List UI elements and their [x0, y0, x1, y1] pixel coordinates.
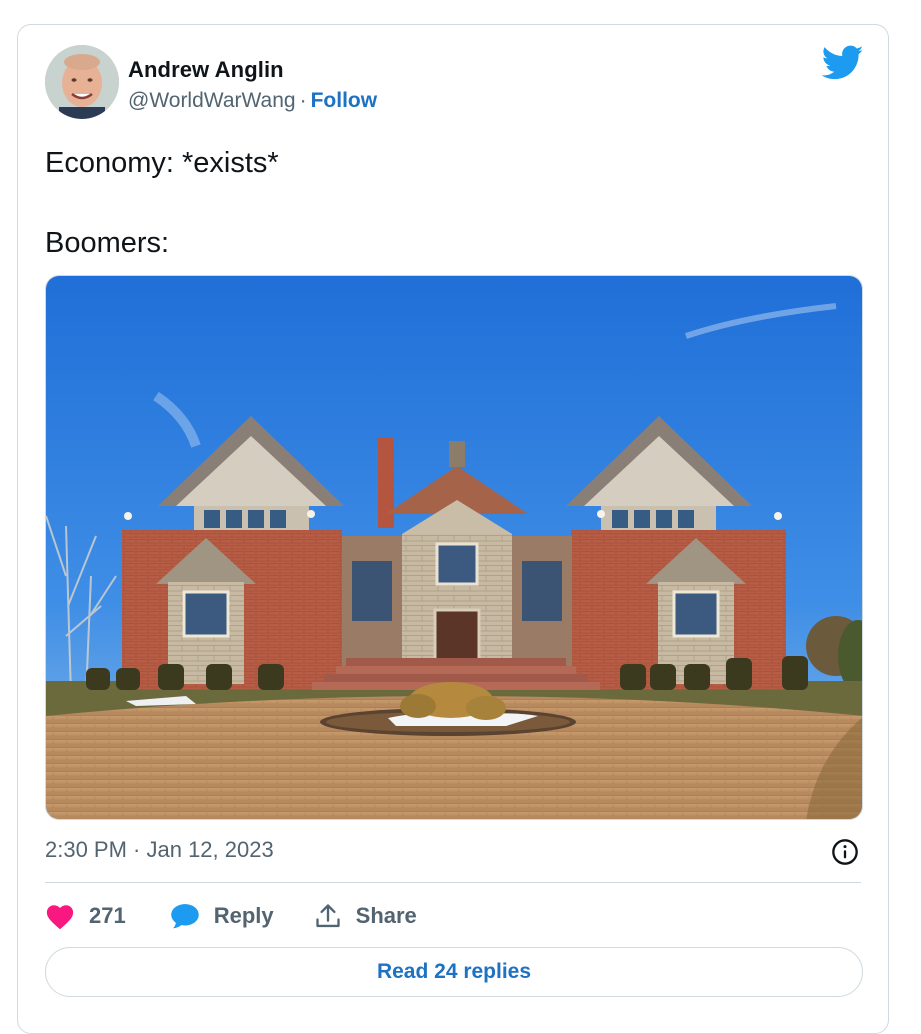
author-handle-row: @WorldWarWang · Follow	[128, 89, 377, 113]
separator-dot: ·	[299, 89, 307, 112]
share-upload-icon	[315, 904, 340, 928]
author-name[interactable]: Andrew Anglin	[128, 57, 284, 83]
tweet-timestamp[interactable]: 2:30 PM · Jan 12, 2023	[45, 837, 274, 863]
like-button[interactable]: 271	[45, 902, 126, 930]
twitter-bird-icon[interactable]	[822, 45, 864, 81]
author-handle[interactable]: @WorldWarWang	[128, 89, 296, 112]
like-count: 271	[89, 903, 126, 928]
tweet-media-image[interactable]	[45, 275, 863, 820]
heart-icon	[46, 905, 74, 930]
divider	[45, 882, 861, 883]
avatar[interactable]	[45, 45, 119, 119]
follow-link[interactable]: Follow	[311, 89, 378, 112]
house-photo	[46, 276, 862, 819]
speech-bubble-icon	[170, 904, 199, 929]
share-label: Share	[355, 903, 417, 928]
reply-label: Reply	[213, 903, 274, 928]
reply-button[interactable]: Reply	[170, 902, 274, 930]
share-button[interactable]: Share	[314, 902, 417, 930]
tweet-card: Andrew Anglin @WorldWarWang · Follow Econo…	[17, 24, 889, 1034]
avatar-photo	[45, 45, 119, 119]
read-replies-button[interactable]: Read 24 replies	[45, 947, 863, 997]
info-icon[interactable]	[831, 838, 859, 866]
tweet-text: Economy: *exists* Boomers:	[45, 147, 279, 259]
tweet-actions: 271 Reply Share	[45, 899, 417, 933]
